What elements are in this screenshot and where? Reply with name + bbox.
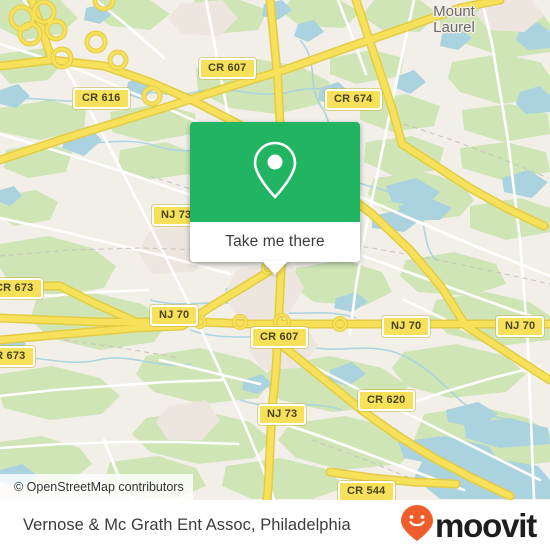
footer-bar: Vernose & Mc Grath Ent Assoc, Philadelph… [0, 500, 550, 550]
page-title: Vernose & Mc Grath Ent Assoc, Philadelph… [23, 515, 351, 534]
moovit-logo[interactable]: moovit [400, 504, 537, 547]
moovit-wordmark: moovit [435, 506, 537, 544]
road-shield: CR 674 [325, 89, 382, 110]
callout-action-panel[interactable]: Take me there [190, 222, 360, 275]
callout-pointer-icon [262, 261, 288, 275]
road-shield: CR 620 [358, 390, 415, 411]
road-shield: NJ 73 [258, 404, 307, 425]
road-shield: CR 673 [0, 346, 35, 367]
road-shield: CR 607 [251, 327, 308, 348]
map-pin-icon [249, 138, 301, 207]
road-shield: NJ 70 [150, 305, 199, 326]
road-shield: CR 607 [199, 58, 256, 79]
moovit-smiley-pin-icon [400, 504, 434, 547]
road-shield: CR 616 [73, 88, 130, 109]
road-shield: NJ 70 [496, 316, 545, 337]
callout-image-panel [190, 122, 360, 222]
road-shield: CR 673 [0, 278, 43, 299]
osm-attribution[interactable]: © OpenStreetMap contributors [0, 474, 193, 500]
moovit-map-screenshot: Mount Laurel CR 607 CR 674 CR 616 NJ 73 … [0, 0, 550, 550]
take-me-there-callout[interactable]: Take me there [190, 122, 360, 275]
road-shield: NJ 70 [382, 316, 431, 337]
road-shield: CR 544 [338, 481, 395, 500]
take-me-there-label: Take me there [225, 233, 325, 250]
